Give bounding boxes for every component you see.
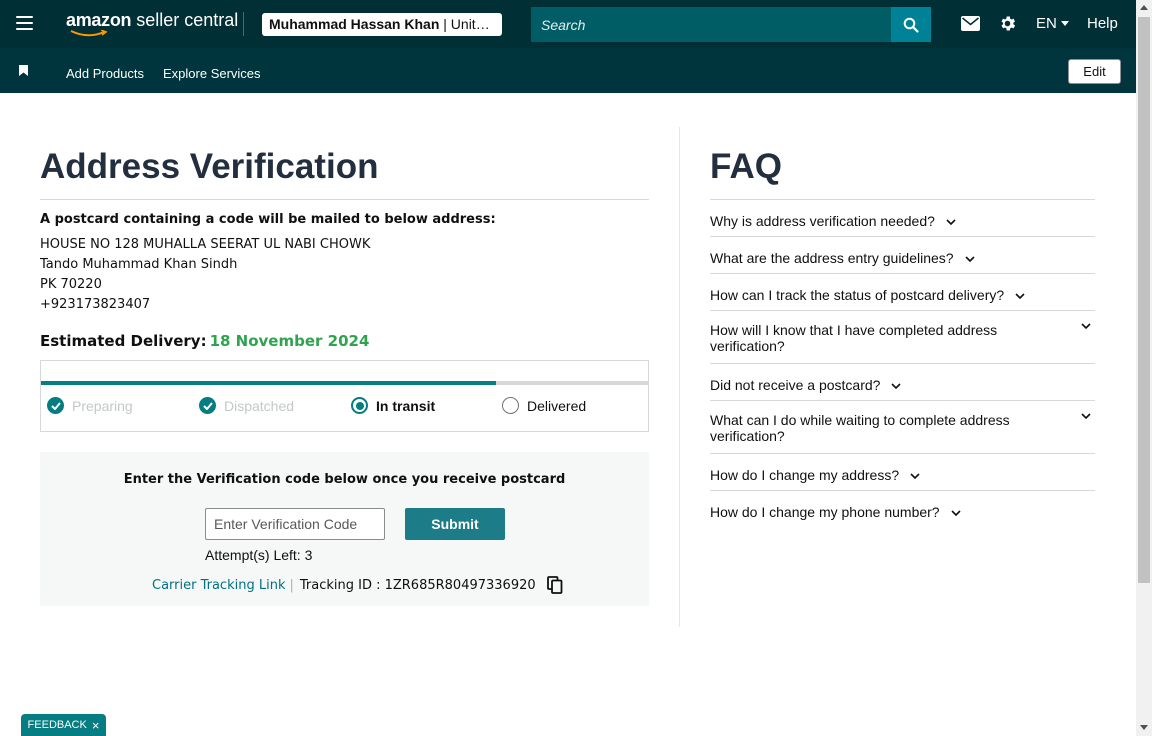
chevron-down-icon	[951, 510, 961, 516]
chevron-down-icon	[946, 219, 956, 225]
column-divider	[679, 127, 680, 627]
search-bar	[531, 7, 931, 42]
faq-item[interactable]: How will I know that I have completed ad…	[710, 310, 1095, 363]
verification-code-input[interactable]	[205, 508, 385, 540]
account-name: Muhammad Hassan Khan	[269, 16, 440, 32]
address-phone: +923173823407	[40, 297, 151, 312]
faq-item[interactable]: How can I track the status of postcard d…	[710, 273, 1095, 310]
tracker-step-in-transit: In transit	[351, 397, 435, 414]
logo[interactable]: amazon seller central	[66, 10, 238, 31]
address-line-1: HOUSE NO 128 MUHALLA SEERAT UL NABI CHOW…	[40, 237, 371, 252]
separator: |	[289, 577, 294, 593]
verification-heading: Enter the Verification code below once y…	[123, 472, 566, 487]
check-circle-icon	[47, 397, 64, 414]
address-line-2: Tando Muhammad Khan Sindh	[40, 257, 238, 272]
logo-smile-icon	[70, 30, 108, 37]
radio-selected-icon	[351, 397, 368, 414]
faq-title: FAQ	[710, 147, 782, 186]
check-circle-icon	[199, 397, 216, 414]
tracking-row: Carrier Tracking Link | Tracking ID : 1Z…	[152, 576, 563, 594]
caret-down-icon	[1060, 21, 1069, 26]
account-region: Unit…	[450, 16, 490, 32]
chevron-down-icon	[891, 383, 902, 389]
feedback-label: FEEDBACK	[27, 719, 87, 731]
nav-bar: Add Products Explore Services	[0, 48, 1136, 93]
language-label: EN	[1036, 15, 1057, 32]
copy-icon[interactable]	[546, 576, 563, 594]
attempts-left: Attempt(s) Left: 3	[205, 547, 313, 563]
chevron-down-icon	[965, 256, 975, 262]
page-title: Address Verification	[40, 147, 379, 186]
nav-explore-services[interactable]: Explore Services	[163, 66, 261, 81]
radio-empty-icon	[502, 397, 519, 414]
verification-panel: Enter the Verification code below once y…	[40, 452, 649, 606]
page-scrollbar[interactable]	[1136, 0, 1152, 736]
tracker-progress-fill	[41, 381, 497, 385]
tracker-progress-bar	[41, 381, 648, 385]
postcard-intro: A postcard containing a code will be mai…	[40, 212, 496, 227]
faq-question: What are the address entry guidelines?	[710, 250, 954, 266]
scroll-down-arrow-icon[interactable]	[1140, 725, 1148, 730]
title-divider	[40, 199, 649, 200]
faq-question: Did not receive a postcard?	[710, 377, 881, 393]
faq-item[interactable]: How do I change my address?	[710, 453, 1095, 490]
faq-item[interactable]: What are the address entry guidelines?	[710, 236, 1095, 273]
close-icon[interactable]: ×	[92, 718, 100, 733]
scrollbar-thumb[interactable]	[1138, 17, 1150, 583]
feedback-tab[interactable]: FEEDBACK ×	[21, 714, 106, 736]
faq-item[interactable]: What can I do while waiting to complete …	[710, 400, 1095, 453]
menu-icon[interactable]	[16, 16, 33, 30]
faq-item[interactable]: Why is address verification needed?	[710, 199, 1095, 236]
tracker-step-label: In transit	[376, 397, 436, 414]
search-icon	[903, 17, 919, 33]
bookmark-icon[interactable]	[19, 65, 28, 76]
estimated-delivery-date: 18 November 2024	[209, 332, 370, 350]
chevron-down-icon	[1081, 413, 1091, 419]
top-bar: amazon seller central Muhammad Hassan Kh…	[0, 0, 1136, 48]
scroll-up-arrow-icon[interactable]	[1140, 5, 1148, 10]
faq-item[interactable]: How do I change my phone number?	[710, 490, 1095, 527]
estimated-delivery-label: Estimated Delivery:	[40, 332, 207, 350]
faq-question: What can I do while waiting to complete …	[710, 412, 1010, 444]
logo-divider	[243, 12, 244, 36]
tracker-step-delivered: Delivered	[502, 397, 586, 414]
gear-icon[interactable]	[998, 14, 1017, 33]
nav-add-products[interactable]: Add Products	[66, 66, 144, 81]
language-selector[interactable]: EN	[1036, 15, 1069, 32]
edit-nav-button[interactable]: Edit	[1068, 59, 1121, 84]
tracker-step-preparing: Preparing	[47, 397, 133, 414]
faq-question: Why is address verification needed?	[710, 213, 935, 229]
logo-brand: amazon	[66, 10, 132, 30]
delivery-tracker: Preparing Dispatched In transit Delivere…	[40, 360, 649, 432]
tracker-step-dispatched: Dispatched	[199, 397, 294, 414]
faq-question: How can I track the status of postcard d…	[710, 287, 1005, 303]
tracker-step-label: Delivered	[527, 397, 587, 414]
submit-button[interactable]: Submit	[405, 508, 505, 540]
faq-question: How do I change my address?	[710, 467, 900, 483]
account-switcher[interactable]: Muhammad Hassan Khan | Unit…	[262, 13, 502, 36]
faq-item[interactable]: Did not receive a postcard?	[710, 363, 1095, 400]
mail-icon[interactable]	[961, 16, 980, 31]
search-input[interactable]	[531, 7, 891, 42]
chevron-down-icon	[1015, 293, 1025, 299]
help-link[interactable]: Help	[1087, 15, 1118, 32]
faq-question: How will I know that I have completed ad…	[710, 322, 998, 354]
tracker-step-label: Dispatched	[224, 397, 295, 414]
carrier-tracking-link[interactable]: Carrier Tracking Link	[152, 578, 285, 593]
logo-product: seller central	[136, 10, 239, 30]
tracker-step-label: Preparing	[72, 397, 133, 414]
faq-list: Why is address verification needed? What…	[710, 199, 1095, 527]
estimated-delivery: Estimated Delivery: 18 November 2024	[40, 332, 369, 350]
chevron-down-icon	[910, 473, 920, 479]
address-line-3: PK 70220	[40, 277, 102, 292]
chevron-down-icon	[1081, 323, 1091, 329]
faq-question: How do I change my phone number?	[710, 504, 940, 520]
tracking-id: Tracking ID : 1ZR685R80497336920	[299, 577, 536, 593]
search-button[interactable]	[891, 7, 931, 42]
